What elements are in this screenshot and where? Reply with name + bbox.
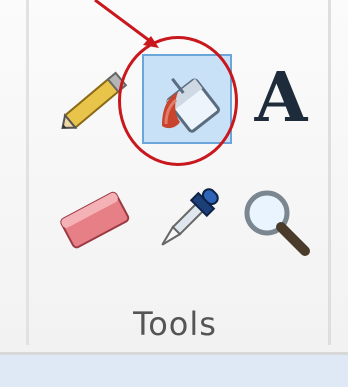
- annotation-arrow-icon: [94, 0, 159, 48]
- tools-group: A Tools: [0, 0, 348, 387]
